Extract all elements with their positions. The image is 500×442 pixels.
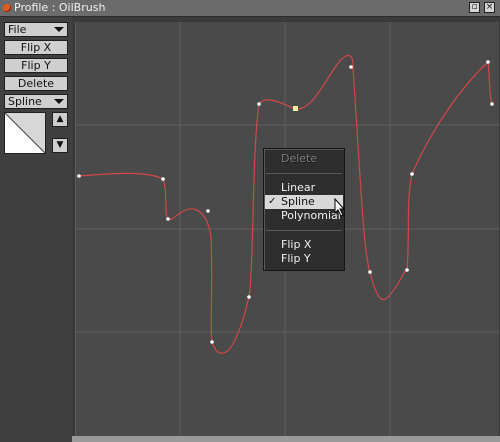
checkmark-icon: ✓ xyxy=(268,196,277,207)
control-point[interactable] xyxy=(410,172,414,176)
chevron-down-icon xyxy=(54,99,64,104)
up-arrow-icon[interactable]: ▲ xyxy=(52,112,68,127)
restore-icon[interactable]: ▫ xyxy=(469,2,480,13)
chevron-down-icon xyxy=(54,27,64,32)
down-arrow-icon[interactable]: ▼ xyxy=(52,138,68,153)
menu-item-spline[interactable]: ✓ Spline xyxy=(265,195,343,209)
control-point[interactable] xyxy=(161,177,165,181)
profile-preview-shape xyxy=(4,112,46,154)
flip-y-button[interactable]: Flip Y xyxy=(4,58,68,73)
selected-control-point[interactable] xyxy=(293,106,298,111)
menu-item-flip-x[interactable]: Flip X xyxy=(265,238,343,252)
menu-separator xyxy=(266,230,342,231)
delete-button[interactable]: Delete xyxy=(4,76,68,91)
profile-preview xyxy=(4,112,46,154)
control-point[interactable] xyxy=(349,65,353,69)
graph-scrollbar[interactable] xyxy=(72,436,500,442)
mode-dropdown[interactable]: Spline xyxy=(4,94,68,109)
close-icon[interactable]: × xyxy=(484,2,495,13)
control-point[interactable] xyxy=(368,270,372,274)
mouse-cursor-icon xyxy=(334,198,346,217)
control-point[interactable] xyxy=(490,102,494,106)
menu-item-spline-label: Spline xyxy=(281,195,315,208)
file-dropdown[interactable]: File xyxy=(4,22,68,37)
menu-item-polynomial[interactable]: Polynomial xyxy=(265,209,343,223)
window-title: Profile : OilBrush xyxy=(14,1,106,14)
control-point[interactable] xyxy=(247,295,251,299)
control-point[interactable] xyxy=(405,268,409,272)
control-point[interactable] xyxy=(210,340,214,344)
control-point[interactable] xyxy=(257,102,261,106)
menu-item-linear[interactable]: Linear xyxy=(265,181,343,195)
control-point[interactable] xyxy=(166,217,170,221)
flip-x-button[interactable]: Flip X xyxy=(4,40,68,55)
context-menu: Delete Linear ✓ Spline Polynomial Flip X… xyxy=(263,148,345,271)
menu-item-flip-y[interactable]: Flip Y xyxy=(265,252,343,266)
window-icon xyxy=(3,4,11,12)
menu-separator xyxy=(266,173,342,174)
file-dropdown-label: File xyxy=(8,23,27,36)
title-bar: Profile : OilBrush ▫ × xyxy=(0,0,500,17)
control-point[interactable] xyxy=(77,174,81,178)
tool-panel: File Flip X Flip Y Delete Spline ▲ ▼ xyxy=(0,17,72,442)
menu-item-delete: Delete xyxy=(281,152,318,165)
control-point[interactable] xyxy=(206,209,210,213)
control-point[interactable] xyxy=(486,60,490,64)
mode-dropdown-label: Spline xyxy=(8,95,42,108)
